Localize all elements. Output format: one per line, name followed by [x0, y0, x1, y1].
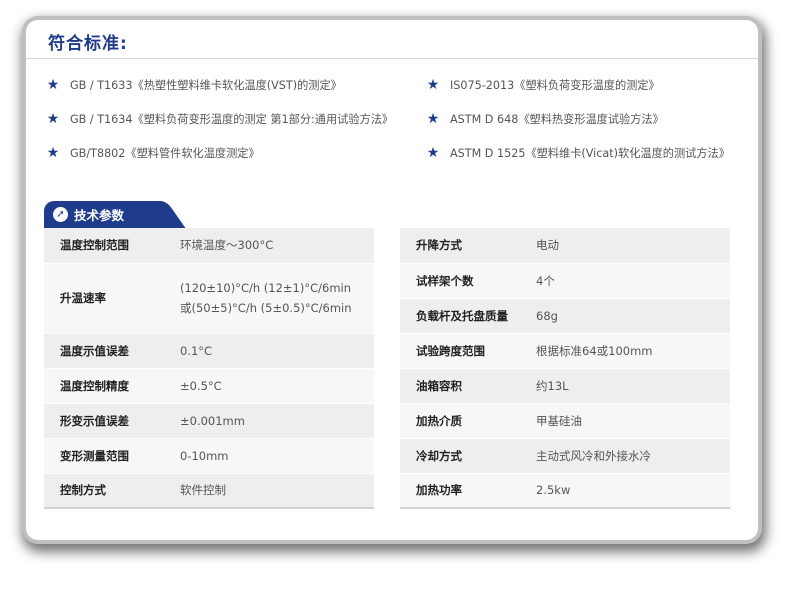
spec-label: 温度控制范围 — [44, 228, 162, 264]
spec-label: 加热介质 — [400, 403, 518, 439]
spec-value: 约13L — [518, 368, 730, 404]
content-card: 符合标准: ★ GB / T1633《热塑性塑料维卡软化温度(VST)的测定》 ★… — [26, 20, 758, 540]
star-icon: ★ — [46, 145, 60, 161]
star-icon: ★ — [426, 145, 440, 161]
table-row: 温度示值误差 0.1°C — [44, 333, 374, 369]
star-icon: ★ — [46, 111, 60, 127]
specs-tab-label: 技术参数 — [74, 208, 125, 223]
table-row: 油箱容积 约13L — [400, 368, 730, 404]
table-row: 试样架个数 4个 — [400, 263, 730, 299]
spec-label: 冷却方式 — [400, 438, 518, 474]
star-icon: ★ — [426, 77, 440, 93]
table-row: 温度控制范围 环境温度～300°C — [44, 228, 374, 264]
specs-tab: ➚ 技术参数 — [44, 201, 162, 228]
spec-value: 0.1°C — [162, 333, 374, 369]
spec-value: 软件控制 — [162, 473, 374, 509]
standard-item: ★ GB/T8802《塑料管件软化温度测定》 — [46, 145, 260, 161]
spec-value: (120±10)°C/h (12±1)°C/6min 或(50±5)°C/h (5… — [162, 263, 374, 334]
spec-value: 甲基硅油 — [518, 403, 730, 439]
table-row: 加热介质 甲基硅油 — [400, 403, 730, 439]
table-row: 温度控制精度 ±0.5°C — [44, 368, 374, 404]
specs-table-left: 温度控制范围 环境温度～300°C 升温速率 (120±10)°C/h (12±1)… — [44, 228, 374, 509]
spec-value: 2.5kw — [518, 473, 730, 509]
spec-label: 变形测量范围 — [44, 438, 162, 474]
spec-label: 试样架个数 — [400, 263, 518, 299]
specs-table-right: 升降方式 电动 试样架个数 4个 负载杆及托盘质量 68g 试验跨度范围 根据标准64或… — [400, 228, 730, 509]
standards-column-left: ★ GB / T1633《热塑性塑料维卡软化温度(VST)的测定》 ★ GB / T… — [46, 68, 393, 170]
spec-label: 形变示值误差 — [44, 403, 162, 439]
standard-item: ★ GB / T1633《热塑性塑料维卡软化温度(VST)的测定》 — [46, 77, 342, 93]
table-row: 变形测量范围 0-10mm — [44, 438, 374, 474]
standard-item: ★ GB / T1634《塑料负荷变形温度的测定 第1部分:通用试验方法》 — [46, 111, 394, 127]
spec-value: ±0.5°C — [162, 368, 374, 404]
spec-label: 温度示值误差 — [44, 333, 162, 369]
spec-value: 68g — [518, 298, 730, 334]
standard-item: ★ IS075-2013《塑料负荷变形温度的测定》 — [426, 77, 660, 93]
spec-label: 控制方式 — [44, 473, 162, 509]
table-row: 形变示值误差 ±0.001mm — [44, 403, 374, 439]
arrow-icon: ➚ — [53, 207, 68, 222]
spec-value: 电动 — [518, 228, 730, 264]
standard-item: ★ ASTM D 648《塑料热变形温度试验方法》 — [426, 111, 664, 127]
table-row: 加热功率 2.5kw — [400, 473, 730, 509]
divider — [26, 58, 758, 59]
spec-label: 油箱容积 — [400, 368, 518, 404]
standard-item: ★ ASTM D 1525《塑料维卡(Vicat)软化温度的测试方法》 — [426, 145, 730, 161]
spec-value: ±0.001mm — [162, 403, 374, 439]
spec-value: 主动式风冷和外接水冷 — [518, 438, 730, 474]
table-row: 冷却方式 主动式风冷和外接水冷 — [400, 438, 730, 474]
star-icon: ★ — [46, 77, 60, 93]
spec-value: 4个 — [518, 263, 730, 299]
table-row: 升降方式 电动 — [400, 228, 730, 264]
standards-column-right: ★ IS075-2013《塑料负荷变形温度的测定》 ★ ASTM D 648《塑料热… — [426, 68, 730, 170]
table-row: 升温速率 (120±10)°C/h (12±1)°C/6min 或(50±5)°C/… — [44, 263, 374, 334]
spec-label: 升降方式 — [400, 228, 518, 264]
spec-label: 加热功率 — [400, 473, 518, 509]
spec-label: 负载杆及托盘质量 — [400, 298, 518, 334]
table-row: 试验跨度范围 根据标准64或100mm — [400, 333, 730, 369]
spec-label: 升温速率 — [44, 263, 162, 334]
spec-label: 试验跨度范围 — [400, 333, 518, 369]
standards-title: 符合标准: — [48, 34, 128, 54]
spec-value: 0-10mm — [162, 438, 374, 474]
spec-label: 温度控制精度 — [44, 368, 162, 404]
table-row: 负载杆及托盘质量 68g — [400, 298, 730, 334]
star-icon: ★ — [426, 111, 440, 127]
spec-value: 环境温度～300°C — [162, 228, 374, 264]
table-row: 控制方式 软件控制 — [44, 473, 374, 509]
spec-value: 根据标准64或100mm — [518, 333, 730, 369]
